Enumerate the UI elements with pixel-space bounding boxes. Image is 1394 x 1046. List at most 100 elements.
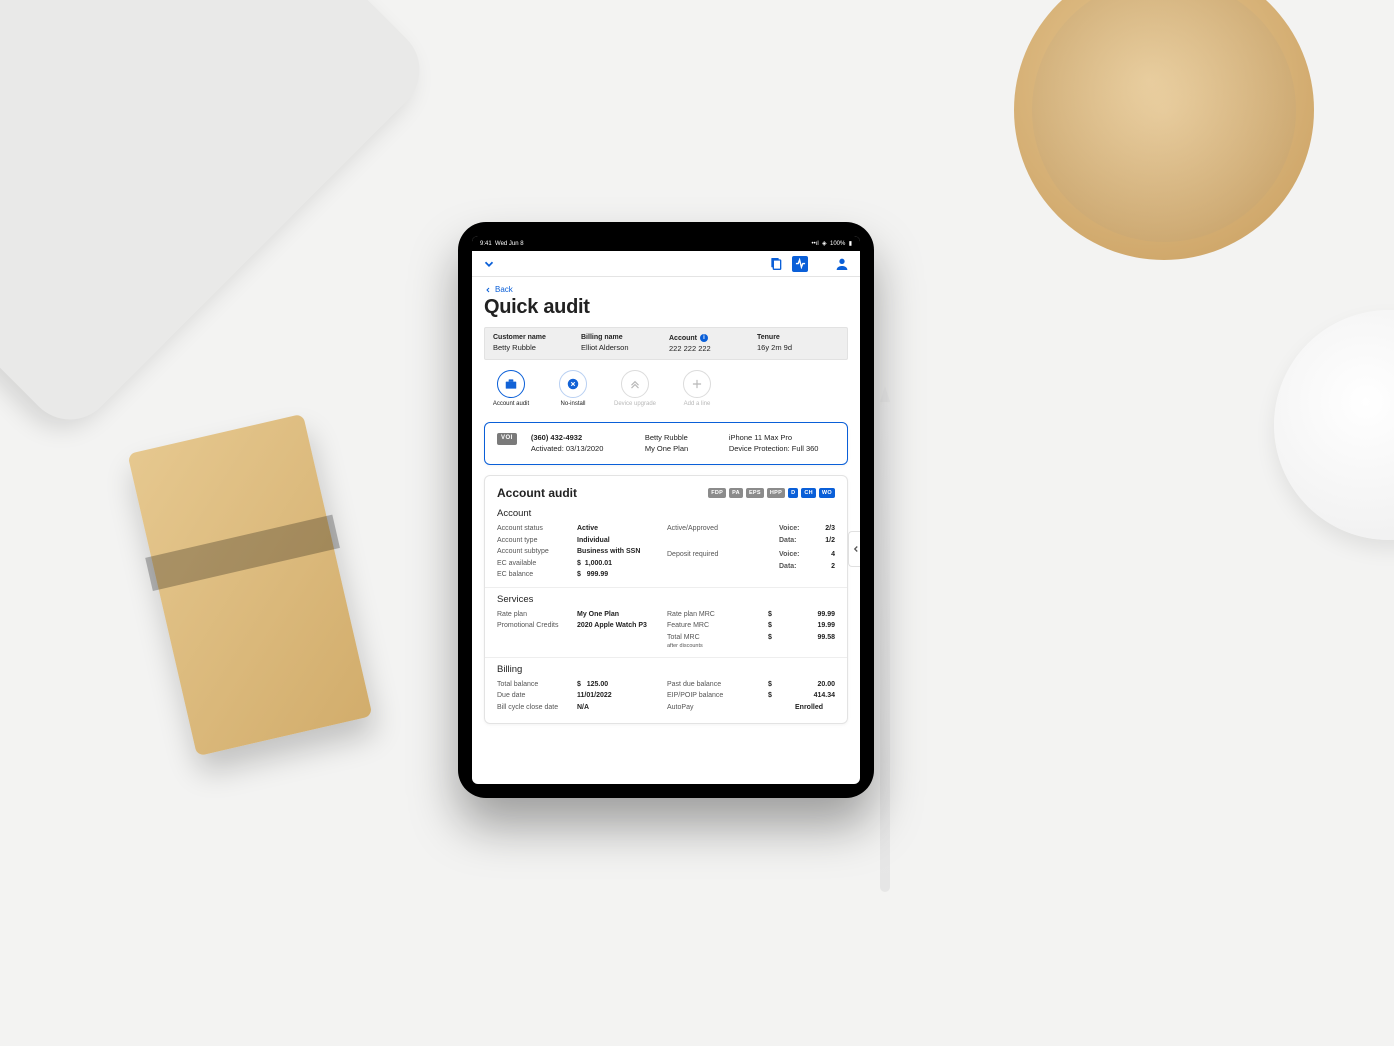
background-shell (1274, 310, 1394, 540)
action-account-audit[interactable]: Account audit (488, 370, 534, 408)
action-account-audit-label: Account audit (493, 401, 529, 408)
user-icon[interactable] (834, 256, 850, 272)
total-mrc-value: 99.58 (809, 632, 835, 644)
account-subtype-value: Business with SSN (577, 546, 657, 558)
eip-value: 414.34 (809, 690, 835, 702)
action-device-upgrade[interactable]: Device upgrade (612, 370, 658, 408)
line-name: Betty Rubble (645, 433, 715, 444)
total-balance-value: 125.00 (587, 681, 608, 688)
account-subtype-label: Account subtype (497, 546, 549, 558)
promo-credits-value: 2020 Apple Watch P3 (577, 620, 657, 632)
customer-name-field: Customer name Betty Rubble (493, 334, 563, 353)
past-due-label: Past due balance (667, 679, 737, 691)
line-activated: Activated: 03/13/2020 (531, 444, 631, 455)
background-stylus (880, 402, 890, 892)
due-date-value: 11/01/2022 (577, 690, 657, 702)
ec-balance-value: 999.99 (587, 571, 608, 578)
data-value: 1/2 (809, 535, 835, 547)
background-laptop (0, 0, 438, 438)
due-date-label: Due date (497, 690, 525, 702)
account-type-label: Account type (497, 535, 537, 547)
rate-plan-value: My One Plan (577, 609, 657, 621)
feature-mrc-value: 19.99 (809, 620, 835, 632)
account-status-label: Account status (497, 523, 543, 535)
badge-eps[interactable]: EPS (746, 488, 764, 498)
badge-wo[interactable]: WO (819, 488, 835, 498)
battery-pct: 100% (830, 241, 845, 247)
data-label: Data: (779, 535, 809, 547)
ipad-device: 9:41 Wed Jun 8 ••ıl ◈ 100% ▮ (458, 222, 874, 798)
billing-name-label: Billing name (581, 334, 651, 341)
line-device: iPhone 11 Max Pro (729, 433, 819, 444)
tenure-label: Tenure (757, 334, 827, 341)
action-no-install-label: No-install (560, 401, 585, 408)
line-plan: My One Plan (645, 444, 715, 455)
account-status-value: Active (577, 523, 657, 535)
action-no-install[interactable]: No-install (550, 370, 596, 408)
past-due-value: 20.00 (809, 679, 835, 691)
voi-badge: VOI (497, 433, 517, 445)
autopay-value: Enrolled (795, 702, 835, 714)
ec-available-value: 1,000.01 (585, 560, 612, 567)
account-info-bar: Customer name Betty Rubble Billing name … (484, 327, 848, 360)
status-date: Wed Jun 8 (495, 241, 524, 247)
voice-value: 2/3 (809, 523, 835, 535)
action-add-a-line[interactable]: Add a line (674, 370, 720, 408)
page-title: Quick audit (484, 296, 848, 319)
section-services-title: Services (497, 594, 835, 605)
promo-credits-label: Promotional Credits (497, 620, 558, 632)
action-add-a-line-label: Add a line (684, 401, 711, 408)
wifi-icon: ◈ (822, 241, 827, 247)
deposit-data-value: 2 (809, 561, 835, 573)
voice-label: Voice: (779, 523, 809, 535)
badge-row: FDPPAEPSHPPDCHWO (708, 488, 835, 498)
expand-button[interactable] (482, 257, 496, 271)
section-billing-title: Billing (497, 664, 835, 675)
active-approved-label: Active/Approved (667, 523, 737, 535)
tenure-field: Tenure 16y 2m 9d (757, 334, 827, 353)
bill-cycle-label: Bill cycle close date (497, 702, 558, 714)
badge-pa[interactable]: PA (729, 488, 743, 498)
badge-ch[interactable]: CH (801, 488, 816, 498)
customer-name-value: Betty Rubble (493, 343, 563, 352)
ec-balance-label: EC balance (497, 569, 533, 581)
info-icon[interactable]: i (700, 334, 708, 342)
ipad-screen: 9:41 Wed Jun 8 ••ıl ◈ 100% ▮ (472, 236, 860, 784)
plus-icon (690, 377, 704, 391)
account-label: Account (669, 335, 697, 342)
side-panel-toggle[interactable] (848, 531, 860, 567)
account-audit-title: Account audit (497, 486, 577, 500)
line-card[interactable]: VOI (360) 432-4932 Activated: 03/13/2020… (484, 422, 848, 465)
badge-d[interactable]: D (788, 488, 798, 498)
rate-plan-label: Rate plan (497, 609, 527, 621)
badge-fdp[interactable]: FDP (708, 488, 726, 498)
action-row: Account audit No-install Device upgrade … (488, 370, 848, 408)
ec-available-label: EC available (497, 558, 536, 570)
status-time: 9:41 (480, 241, 492, 247)
background-wood-stand (127, 414, 372, 757)
deposit-voice-value: 4 (809, 549, 835, 561)
autopay-label: AutoPay (667, 702, 737, 714)
customer-name-label: Customer name (493, 334, 563, 341)
documents-icon[interactable] (768, 256, 784, 272)
line-protection: Device Protection: Full 360 (729, 444, 819, 455)
status-bar: 9:41 Wed Jun 8 ••ıl ◈ 100% ▮ (472, 236, 860, 251)
chevron-up-double-icon (628, 377, 642, 391)
account-type-value: Individual (577, 535, 657, 547)
pulse-icon[interactable] (792, 256, 808, 272)
rate-mrc-label: Rate plan MRC (667, 609, 737, 621)
billing-name-value: Elliot Alderson (581, 343, 651, 352)
main-content: Back Quick audit Customer name Betty Rub… (472, 277, 860, 784)
after-discounts-label: after discounts (667, 642, 737, 651)
badge-hpp[interactable]: HPP (767, 488, 785, 498)
tenure-value: 16y 2m 9d (757, 343, 827, 352)
back-button[interactable]: Back (484, 285, 848, 294)
chevron-left-icon (851, 544, 861, 554)
account-number-field: Accounti 222 222 222 (669, 334, 739, 353)
eip-label: EIP/POIP balance (667, 690, 737, 702)
line-phone: (360) 432-4932 (531, 433, 631, 444)
rate-mrc-value: 99.99 (809, 609, 835, 621)
battery-icon: ▮ (849, 241, 852, 247)
briefcase-icon (504, 377, 518, 391)
circle-x-icon (566, 377, 580, 391)
